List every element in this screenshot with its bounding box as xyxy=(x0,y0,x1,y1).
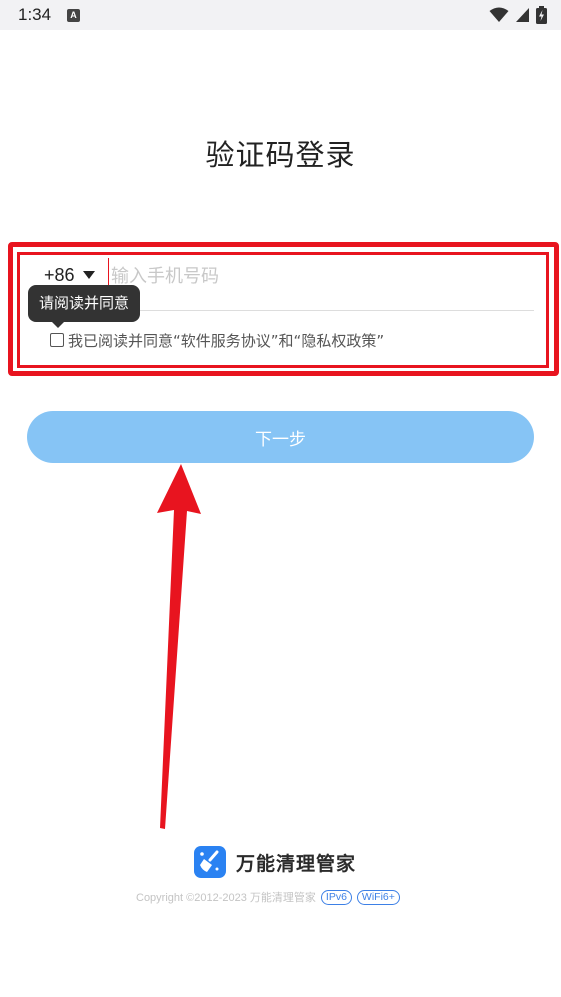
wifi6-badge: WiFi6+ xyxy=(356,889,400,905)
copyright-line: Copyright ©2012-2023 万能清理管家 IPv6 WiFi6+ xyxy=(136,889,400,905)
brand-name: 万能清理管家 xyxy=(236,852,357,875)
broom-logo-icon xyxy=(194,846,226,878)
ipv6-badge: IPv6 xyxy=(320,889,352,905)
copyright-text: Copyright ©2012-2023 万能清理管家 xyxy=(136,892,316,904)
brand-block: 万能清理管家 xyxy=(194,846,356,878)
